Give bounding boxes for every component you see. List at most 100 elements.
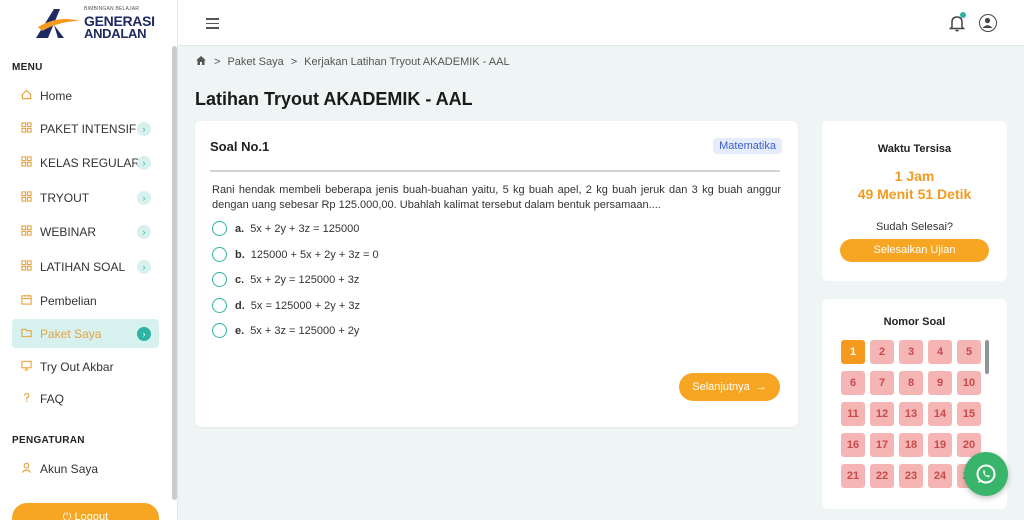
subject-badge: Matematika [713,138,782,154]
arrow-right-icon: → [755,381,767,393]
finish-exam-button[interactable]: Selesaikan Ujian [840,239,989,262]
answer-option[interactable]: a. 5x + 2y + 3z = 125000 [212,221,359,236]
question-nav-title: Nomor Soal [883,316,946,328]
question-number-button[interactable]: 17 [870,433,894,457]
question-text: Rani hendak membeli beberapa jenis buah-… [212,184,781,211]
question-number-button[interactable]: 12 [870,402,894,426]
sidebar-item-home[interactable]: Home [12,81,159,110]
home-icon [12,89,40,103]
topbar [178,0,1024,46]
question-number-button[interactable]: 22 [870,464,894,488]
answer-radio[interactable] [212,247,227,262]
question-number-button[interactable]: 23 [899,464,923,488]
question-number-button[interactable]: 11 [841,402,865,426]
logout-button[interactable]: ⏻ Logout [12,503,159,520]
timer-minutes-seconds: 49 Menit 51 Detik [857,186,972,202]
question-number-button[interactable]: 5 [957,340,981,364]
logo-mark-icon [36,9,80,38]
grid-icon [12,121,40,136]
question-number-button[interactable]: 13 [899,402,923,426]
question-number-button[interactable]: 8 [899,371,923,395]
answer-option[interactable]: e. 5x + 3z = 125000 + 2y [212,323,359,338]
logo[interactable]: BIMBINGAN BELAJAR GENERASI ANDALAN [34,6,155,41]
answer-option[interactable]: c. 5x + 2y = 125000 + 3z [212,272,359,287]
sidebar-item-label: WEBINAR [40,224,97,239]
sidebar-item-label: Home [40,88,73,103]
user-avatar-icon[interactable] [979,14,997,32]
question-number-button[interactable]: 14 [928,402,952,426]
next-button[interactable]: Selanjutnya → [679,373,780,401]
option-letter: b. [235,248,245,261]
question-number-button[interactable]: 15 [957,402,981,426]
chevron-right-icon[interactable]: › [137,327,151,341]
breadcrumb-paket-saya[interactable]: Paket Saya [227,56,283,68]
option-letter: d. [235,299,245,312]
grid-icon [12,155,40,170]
question-number-button[interactable]: 1 [841,340,865,364]
question-number-button[interactable]: 3 [899,340,923,364]
sidebar-item-label: Paket Saya [40,326,102,341]
answer-radio[interactable] [212,323,227,338]
sidebar-scrollbar[interactable] [172,46,177,500]
sidebar-item-paket-saya[interactable]: Paket Saya › [12,319,159,348]
notification-bell-icon[interactable] [948,12,966,32]
question-number-button[interactable]: 18 [899,433,923,457]
sidebar-item-label: FAQ [40,391,65,406]
question-number-button[interactable]: 10 [957,371,981,395]
notification-dot [960,12,966,18]
grid-icon [12,259,40,274]
question-number-button[interactable]: 9 [928,371,952,395]
menu-heading: MENU [12,62,43,73]
next-label: Selanjutnya [692,381,750,393]
sidebar-item-label: KELAS REGULAR [40,155,141,170]
question-number-button[interactable]: 19 [928,433,952,457]
grid-scrollbar[interactable] [985,340,989,374]
option-text: 5x + 3z = 125000 + 2y [250,324,360,337]
sidebar-item-label: Try Out Akbar [40,359,114,374]
option-text: 5x = 125000 + 2y + 3z [250,299,360,312]
question-number-button[interactable]: 24 [928,464,952,488]
timer-hours: 1 Jam [894,168,935,184]
sidebar-item-paket-intensif[interactable]: PAKET INTENSIF › [12,114,159,143]
chevron-right-icon[interactable]: › [137,156,151,170]
page-title: Latihan Tryout AKADEMIK - AAL [195,89,473,109]
option-letter: e. [235,324,245,337]
question-number-button[interactable]: 2 [870,340,894,364]
question-number-button[interactable]: 6 [841,371,865,395]
sidebar-item-latihan-soal[interactable]: LATIHAN SOAL › [12,252,159,281]
grid-icon [12,190,40,205]
question-number-button[interactable]: 4 [928,340,952,364]
question-number-button[interactable]: 21 [841,464,865,488]
settings-heading: PENGATURAN [12,435,85,446]
sidebar-item-try-out-akbar[interactable]: Try Out Akbar [12,352,159,381]
answer-radio[interactable] [212,298,227,313]
option-text: 5x + 2y + 3z = 125000 [250,222,360,235]
whatsapp-chat-button[interactable] [964,452,1008,496]
chevron-right-icon[interactable]: › [137,122,151,136]
question-number: Soal No.1 [210,139,270,154]
answer-option[interactable]: b. 125000 + 5x + 2y + 3z = 0 [212,247,379,262]
logout-label: Logout [74,511,109,520]
question-card: Soal No.1 Matematika Rani hendak membeli… [195,121,798,427]
breadcrumb-separator: > [214,56,221,68]
chevron-right-icon[interactable]: › [137,260,151,274]
logo-tagline: BIMBINGAN BELAJAR [84,6,140,12]
question-number-button[interactable]: 7 [870,371,894,395]
chevron-right-icon[interactable]: › [137,225,151,239]
sidebar-item-akun-saya[interactable]: Akun Saya [12,454,159,483]
chevron-right-icon[interactable]: › [137,191,151,205]
sidebar-item-webinar[interactable]: WEBINAR › [12,217,159,246]
power-icon: ⏻ [62,511,72,520]
sidebar-item-pembelian[interactable]: Pembelian [12,286,159,315]
sidebar-item-faq[interactable]: FAQ [12,384,159,413]
answer-option[interactable]: d. 5x = 125000 + 2y + 3z [212,298,360,313]
breadcrumb: > Paket Saya > Kerjakan Latihan Tryout A… [195,55,510,69]
question-number-button[interactable]: 16 [841,433,865,457]
answer-radio[interactable] [212,272,227,287]
hamburger-menu-icon[interactable] [206,18,219,29]
sidebar-item-kelas-regular[interactable]: KELAS REGULAR › [12,148,159,177]
answer-radio[interactable] [212,221,227,236]
home-breadcrumb-icon[interactable] [195,55,207,69]
breadcrumb-current: Kerjakan Latihan Tryout AKADEMIK - AAL [304,56,510,68]
sidebar-item-tryout[interactable]: TRYOUT › [12,183,159,212]
